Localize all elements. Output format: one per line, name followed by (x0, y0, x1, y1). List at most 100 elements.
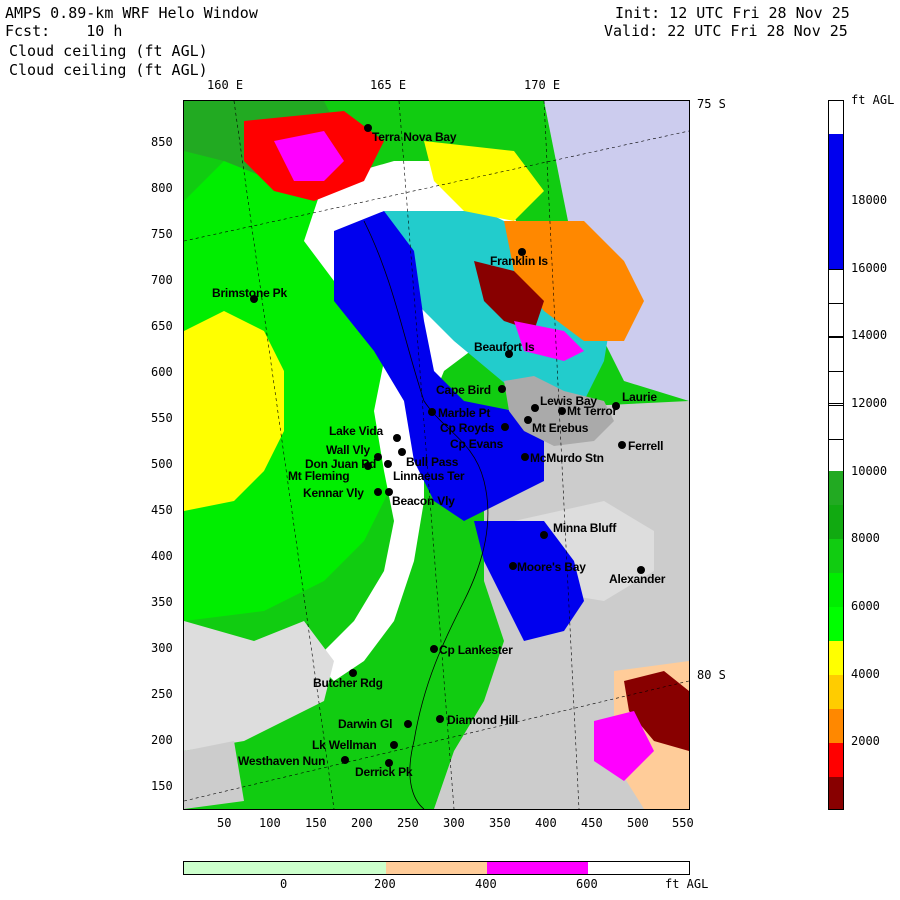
valid-time: Valid: 22 UTC Fri 28 Nov 25 (604, 22, 848, 40)
y-tick-850: 850 (151, 135, 173, 149)
station-kennar-vly[interactable]: Kennar Vly (303, 486, 364, 500)
colorbar-seg (829, 134, 843, 269)
station-lake-vida[interactable]: Lake Vida (329, 424, 383, 438)
station-alexander[interactable]: Alexander (609, 572, 665, 586)
colorbar-label-6000: 6000 (851, 599, 880, 613)
y-tick-350: 350 (151, 595, 173, 609)
station-beacon-vly[interactable]: Beacon Vly (392, 494, 455, 508)
colorbar-seg (829, 573, 843, 607)
y-tick-750: 750 (151, 227, 173, 241)
colorbar-label-14000: 14000 (851, 328, 888, 342)
station-laurie[interactable]: Laurie (622, 390, 657, 404)
colorbar-label-12000: 12000 (851, 396, 888, 410)
y-tick-250: 250 (151, 687, 173, 701)
station-cape-bird[interactable]: Cape Bird (436, 383, 491, 397)
station-dot (390, 741, 398, 749)
station-diamond-hill[interactable]: Diamond Hill (447, 713, 518, 727)
hbar-seg (184, 862, 286, 874)
station-westhaven-nun[interactable]: Westhaven Nun (238, 754, 325, 768)
colorbar-seg (829, 303, 843, 304)
station-moores-bay[interactable]: Moore's Bay (517, 560, 586, 574)
y-tick-200: 200 (151, 733, 173, 747)
y-tick-300: 300 (151, 641, 173, 655)
station-brimstone-pk[interactable]: Brimstone Pk (212, 286, 287, 300)
title-left: AMPS 0.89-km WRF Helo Window (5, 4, 258, 22)
y-tick-400: 400 (151, 549, 173, 563)
station-dot (374, 488, 382, 496)
colorbar-seg (829, 607, 843, 641)
station-butcher-rdg[interactable]: Butcher Rdg (313, 676, 383, 690)
station-cp-evans[interactable]: Cp Evans (450, 437, 503, 451)
height-colorbar (183, 861, 690, 875)
station-dot (521, 453, 529, 461)
x-tick-200: 200 (351, 816, 373, 830)
colorbar-seg (829, 337, 843, 338)
station-franklin-is[interactable]: Franklin Is (490, 254, 548, 268)
colorbar-seg (829, 539, 843, 573)
station-dot (398, 448, 406, 456)
hbar-seg (285, 862, 387, 874)
station-beaufort-is[interactable]: Beaufort Is (474, 340, 535, 354)
colorbar-seg (829, 709, 843, 743)
lat-label-75: 75 S (697, 97, 726, 111)
x-tick-550: 550 (672, 816, 694, 830)
hbar-label-600: 600 (576, 877, 598, 891)
hbar-seg (487, 862, 589, 874)
station-dot (501, 423, 509, 431)
lon-label-165: 165 E (370, 78, 407, 92)
station-dot (428, 408, 436, 416)
lat-label-80: 80 S (697, 668, 726, 682)
x-tick-300: 300 (443, 816, 465, 830)
station-dot (509, 562, 517, 570)
y-tick-550: 550 (151, 411, 173, 425)
colorbar-seg (829, 269, 843, 270)
colorbar (828, 100, 844, 810)
station-darwin-gl[interactable]: Darwin Gl (338, 717, 392, 731)
hbar-unit: ft AGL (665, 877, 709, 891)
station-bull-pass[interactable]: Bull Pass (406, 455, 458, 469)
station-derrick-pk[interactable]: Derrick Pk (355, 765, 413, 779)
colorbar-seg (829, 405, 843, 406)
station-mcmurdo-stn[interactable]: McMurdo Stn (530, 451, 604, 465)
x-tick-150: 150 (305, 816, 327, 830)
station-cp-lankester[interactable]: Cp Lankester (439, 643, 513, 657)
fcst-label-text: Fcst: (5, 22, 51, 40)
station-mt-erebus[interactable]: Mt Erebus (532, 421, 588, 435)
station-dot (531, 404, 539, 412)
hbar-label-400: 400 (475, 877, 497, 891)
station-ferrell[interactable]: Ferrell (628, 439, 663, 453)
colorbar-seg (829, 675, 843, 709)
station-dot (540, 531, 548, 539)
colorbar-seg (829, 777, 843, 809)
station-dot (558, 407, 566, 415)
station-cp-royds[interactable]: Cp Royds (440, 421, 495, 435)
colorbar-label-4000: 4000 (851, 667, 880, 681)
y-tick-150: 150 (151, 779, 173, 793)
colorbar-seg (829, 439, 843, 440)
station-mt-fleming[interactable]: Mt Fleming (288, 469, 350, 483)
station-linnaeus-ter[interactable]: Linnaeus Ter (393, 469, 465, 483)
x-tick-250: 250 (397, 816, 419, 830)
colorbar-seg (829, 641, 843, 675)
station-dot (404, 720, 412, 728)
hbar-label-0: 0 (280, 877, 288, 891)
colorbar-seg (829, 371, 843, 372)
station-marble-pt[interactable]: Marble Pt (438, 406, 490, 420)
x-tick-450: 450 (581, 816, 603, 830)
field-line-2: Cloud ceiling (ft AGL) (9, 61, 208, 79)
colorbar-seg (829, 743, 843, 777)
station-dot (364, 124, 372, 132)
station-mt-terror[interactable]: Mt Terror (567, 404, 617, 418)
x-tick-50: 50 (217, 816, 232, 830)
station-dot (430, 645, 438, 653)
station-lk-wellman[interactable]: Lk Wellman (312, 738, 377, 752)
station-minna-bluff[interactable]: Minna Bluff (553, 521, 616, 535)
station-wall-vly[interactable]: Wall Vly (326, 443, 370, 457)
colorbar-label-10000: 10000 (851, 464, 888, 478)
station-terra-nova-bay[interactable]: Terra Nova Bay (372, 130, 457, 144)
lon-label-160: 160 E (207, 78, 244, 92)
hbar-seg (588, 862, 689, 874)
colorbar-label-2000: 2000 (851, 734, 880, 748)
init-time: Init: 12 UTC Fri 28 Nov 25 (615, 4, 850, 22)
colorbar-unit: ft AGL (851, 93, 895, 107)
